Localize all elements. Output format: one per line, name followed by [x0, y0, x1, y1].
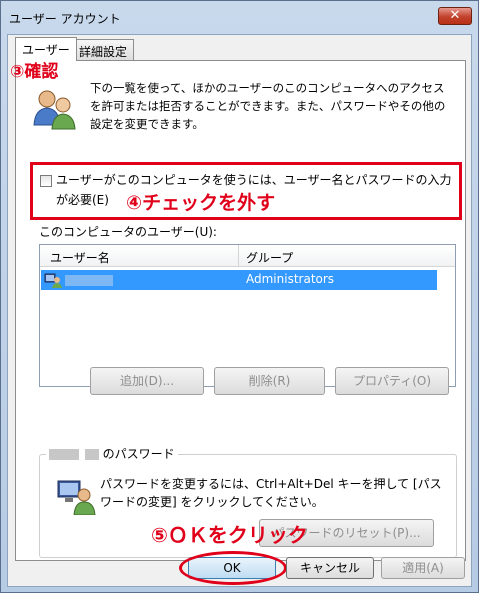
dialog-client-area: ユーザー 詳細設定 ③確認 下の一覧を使って、ほかのユーザーのこのコンピュータへ… [7, 34, 472, 587]
row-group-value: Administrators [246, 272, 335, 286]
users-icon [33, 90, 76, 130]
remove-button[interactable]: 削除(R) [214, 367, 325, 395]
intro-text: 下の一覧を使って、ほかのユーザーのこのコンピュータへのアクセスを許可または拒否す… [90, 81, 446, 131]
username-redacted [84, 449, 99, 460]
window-title: ユーザー アカウント [9, 12, 121, 26]
title-bar[interactable]: ユーザー アカウント ✕ [1, 1, 478, 35]
column-group[interactable]: グループ [246, 249, 293, 266]
close-button[interactable]: ✕ [438, 7, 472, 25]
add-button[interactable]: 追加(D)... [90, 367, 204, 395]
user-row-icon [44, 273, 62, 288]
cancel-button[interactable]: キャンセル [286, 557, 374, 579]
annotation-step5: ⑤ＯＫをクリック [151, 523, 308, 547]
column-divider[interactable] [238, 245, 239, 267]
users-list-label: このコンピュータのユーザー(U): [39, 225, 217, 239]
password-change-text: パスワードを変更するには、Ctrl+Alt+Del キーを押して [パスワードの… [100, 477, 442, 509]
annotation-step4: ④チェックを外す [126, 192, 276, 214]
tab-advanced[interactable]: 詳細設定 [72, 39, 135, 61]
users-listview[interactable]: ユーザー名 グループ Administrators [39, 244, 456, 387]
tab-users[interactable]: ユーザー [15, 37, 77, 61]
user-computer-icon [57, 480, 96, 515]
table-row[interactable]: Administrators [41, 270, 437, 290]
user-accounts-window: ユーザー アカウント ✕ ユーザー 詳細設定 ③確認 下の一覧を使って、ほかのユ… [0, 0, 479, 593]
username-redacted [65, 275, 113, 286]
list-header: ユーザー名 グループ [40, 245, 455, 267]
apply-button[interactable]: 適用(A) [381, 557, 465, 579]
password-group-title: のパスワード [46, 445, 178, 462]
column-username[interactable]: ユーザー名 [50, 249, 110, 266]
username-redacted [49, 449, 79, 460]
properties-button[interactable]: プロパティ(O) [335, 367, 449, 395]
password-group-title-text: のパスワード [102, 447, 175, 461]
annotation-ok-circle [179, 551, 287, 585]
